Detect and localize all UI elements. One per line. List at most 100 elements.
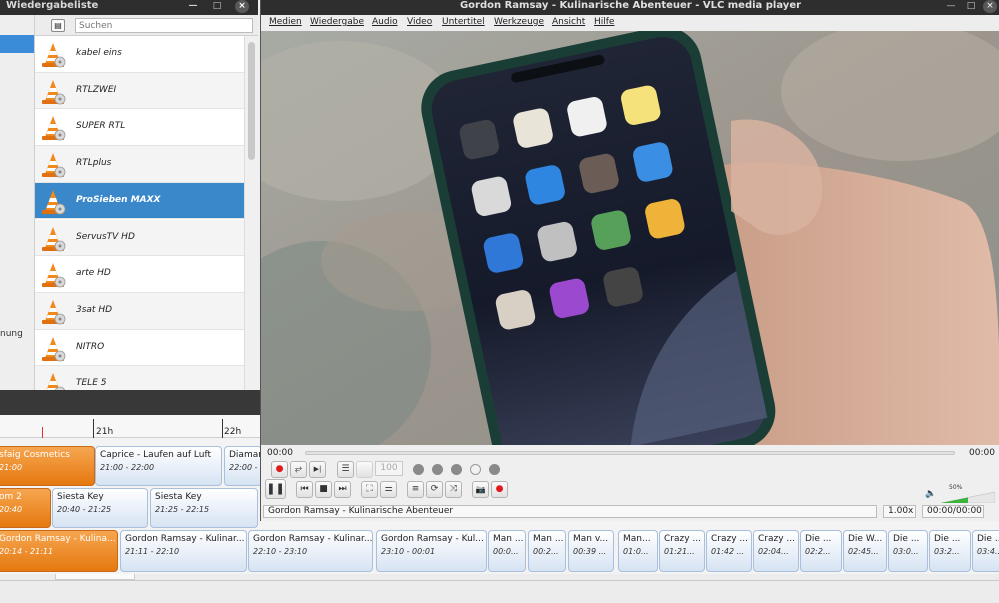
program-time: 00:2... (533, 547, 559, 556)
playlist-item[interactable]: ServusTV HD (35, 219, 244, 257)
program-title: Gordon Ramsay - Kulinar... (253, 534, 373, 544)
playlist-item[interactable]: NITRO (35, 330, 244, 367)
menu-untertitel[interactable]: Untertitel (442, 17, 485, 27)
playlist-item-name: 3sat HD (76, 304, 113, 315)
effect-dot-icon[interactable] (451, 464, 462, 475)
minimize-icon[interactable]: — (944, 0, 958, 13)
tick-22h (222, 419, 223, 438)
close-icon[interactable]: × (235, 0, 249, 13)
epg-program[interactable]: Man ... 00:0... (488, 530, 526, 572)
epg-program[interactable]: Die ... 03:4... (972, 530, 999, 572)
epg-program[interactable]: Caprice - Laufen auf Luft 21:00 - 22:00 (95, 446, 222, 486)
epg-program[interactable]: Die ... 03:0... (888, 530, 928, 572)
epg-program[interactable]: Die W... 02:45... (843, 530, 887, 572)
effect-dot-icon[interactable] (413, 464, 424, 475)
playlist-item[interactable]: arte HD (35, 256, 244, 293)
close-icon[interactable]: × (983, 0, 997, 13)
playlist-scrollbar[interactable] (244, 36, 258, 390)
epg-program[interactable]: Man v... 00:39 ... (568, 530, 614, 572)
epg-toolbar (0, 390, 262, 415)
menu-wiedergabe[interactable]: Wiedergabe (310, 17, 364, 27)
snapshot-icon[interactable]: 📷 (472, 481, 489, 498)
frame-step-icon[interactable]: ▶| (309, 461, 326, 478)
minimize-icon[interactable]: — (186, 0, 200, 13)
vlc-cone-icon (42, 116, 66, 141)
toggle-playlist-icon[interactable]: ≡ (407, 481, 424, 498)
vlc-window: Gordon Ramsay - Kulinarische Abenteuer -… (260, 0, 999, 521)
speed-decrease-icon[interactable] (356, 461, 373, 478)
program-time: 20:40 (0, 505, 23, 514)
program-title: Man ... (493, 534, 524, 544)
menu-ansicht[interactable]: Ansicht (552, 17, 585, 27)
menu-audio[interactable]: Audio (372, 17, 398, 27)
menu-hilfe[interactable]: Hilfe (594, 17, 614, 27)
playlist-icon[interactable]: ☰ (337, 461, 354, 478)
view-mode-icon[interactable]: ▤ (51, 19, 65, 32)
seek-slider[interactable] (305, 451, 955, 455)
playlist-item[interactable]: ProSieben MAXX (35, 182, 244, 220)
menu-medien[interactable]: Medien (269, 17, 302, 27)
playlist-item[interactable]: 3sat HD (35, 292, 244, 330)
loop-icon[interactable]: ⟳ (426, 481, 443, 498)
sidebar-selected-item[interactable] (0, 35, 34, 53)
playlist-item[interactable]: kabel eins (35, 36, 244, 73)
program-time: 22:10 - 23:10 (253, 547, 308, 556)
status-time[interactable]: 00:00/00:00 (922, 505, 984, 518)
program-title: Die ... (977, 534, 999, 544)
speed-field[interactable]: 100 (375, 461, 403, 476)
extended-settings-icon[interactable]: ⚌ (380, 481, 397, 498)
time-label-21h: 21h (96, 427, 114, 437)
status-bar: Gordon Ramsay - Kulinarische Abenteuer 1… (261, 503, 999, 521)
volume-slider[interactable] (941, 492, 995, 503)
epg-program[interactable]: Crazy ... 01:42 ... (706, 530, 752, 572)
maximize-icon[interactable]: □ (210, 0, 224, 13)
epg-current-program[interactable]: sfaig Cosmetics 21:00 (0, 446, 95, 486)
record-icon[interactable]: ● (491, 481, 508, 498)
program-title: Caprice - Laufen auf Luft (100, 450, 212, 460)
program-time: 21:25 - 22:15 (155, 505, 210, 514)
effect-dot-icon[interactable] (470, 464, 481, 475)
epg-program[interactable]: Gordon Ramsay - Kulinar... 22:10 - 23:10 (248, 530, 373, 572)
menu-video[interactable]: Video (407, 17, 432, 27)
record-icon[interactable]: ● (271, 461, 288, 478)
epg-program[interactable]: Die ... 02:2... (800, 530, 842, 572)
video-area[interactable] (261, 31, 999, 445)
next-icon[interactable]: ⏭ (334, 481, 351, 498)
playlist-item[interactable]: RTLplus (35, 146, 244, 183)
epg-program[interactable]: Die ... 03:2... (929, 530, 971, 572)
maximize-icon[interactable]: □ (964, 0, 978, 13)
elapsed-time[interactable]: 00:00 (267, 448, 293, 458)
shuffle-icon[interactable]: ⤨ (445, 481, 462, 498)
effect-dot-icon[interactable] (489, 464, 500, 475)
pause-icon[interactable]: ❚❚ (265, 479, 286, 499)
playlist-item[interactable]: TELE 5 (35, 366, 244, 390)
scrollbar-thumb[interactable] (248, 42, 255, 160)
playback-speed[interactable]: 1.00x (883, 505, 916, 518)
loop-ab-icon[interactable]: ⥂ (290, 461, 307, 478)
epg-program[interactable]: Crazy ... 02:04... (753, 530, 799, 572)
epg-program[interactable]: Man ... 00:2... (528, 530, 566, 572)
remaining-time[interactable]: 00:00 (969, 448, 995, 458)
epg-program[interactable]: Crazy ... 01:21... (659, 530, 705, 572)
playlist-search-input[interactable] (75, 18, 253, 33)
stop-icon[interactable]: ■ (315, 481, 332, 498)
epg-divider (0, 580, 999, 581)
epg-program[interactable]: Siesta Key 21:25 - 22:15 (150, 488, 258, 528)
epg-program[interactable]: Gordon Ramsay - Kul... 23:10 - 00:01 (376, 530, 487, 572)
epg-program[interactable]: Diamar 22:00 - (224, 446, 262, 486)
epg-program[interactable]: Man... 01:0... (618, 530, 658, 572)
fullscreen-icon[interactable]: ⛶ (361, 481, 378, 498)
playlist-item[interactable]: SUPER RTL (35, 109, 244, 147)
vlc-titlebar[interactable]: Gordon Ramsay - Kulinarische Abenteuer -… (261, 0, 999, 15)
epg-current-program[interactable]: om 2 20:40 (0, 488, 51, 528)
epg-current-program[interactable]: Gordon Ramsay - Kulina... 20:14 - 21:11 (0, 530, 118, 572)
playlist-titlebar[interactable]: Wiedergabeliste — □ × (0, 0, 258, 15)
previous-icon[interactable]: ⏮ (296, 481, 313, 498)
playlist-item[interactable]: RTLZWEI (35, 72, 244, 110)
epg-program[interactable]: Siesta Key 20:40 - 21:25 (52, 488, 148, 528)
volume-icon[interactable]: 🔈 (925, 489, 937, 501)
vlc-cone-icon (42, 263, 66, 288)
effect-dot-icon[interactable] (432, 464, 443, 475)
menu-werkzeuge[interactable]: Werkzeuge (494, 17, 544, 27)
epg-program[interactable]: Gordon Ramsay - Kulinar... 21:11 - 22:10 (120, 530, 247, 572)
